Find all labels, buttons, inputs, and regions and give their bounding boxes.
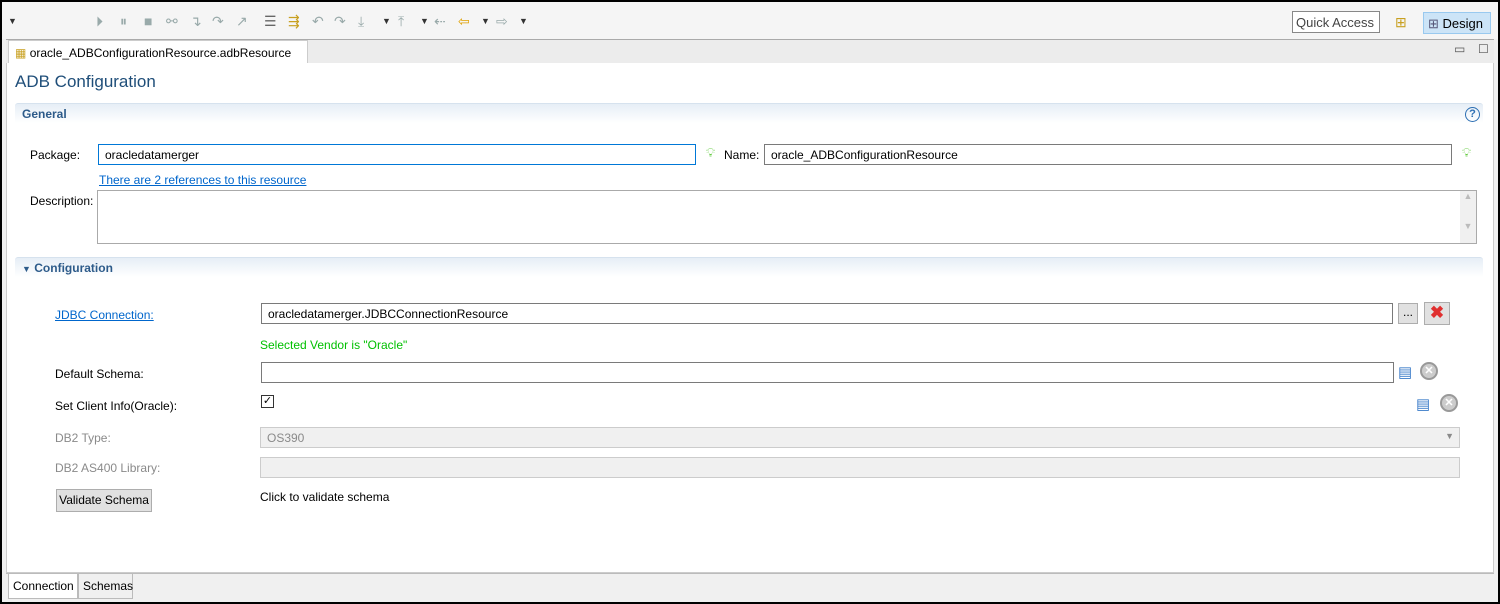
next-annotation-icon[interactable]: ⤓ (358, 14, 364, 28)
prev-annotation-icon[interactable]: ⤒ (398, 14, 404, 28)
package-input[interactable]: oracledatamerger (98, 144, 696, 165)
configuration-section-header[interactable]: ▼ Configuration (15, 257, 1483, 277)
table-icon: ⊞ (1428, 16, 1443, 31)
clear-connection-button[interactable]: ✖ (1424, 302, 1450, 325)
terminate-icon[interactable]: ■ (144, 14, 152, 28)
configuration-header-label: Configuration (34, 261, 113, 275)
dropdown-arrow-icon[interactable]: ▼ (420, 14, 429, 28)
table-icon[interactable]: ▤ (1416, 395, 1430, 413)
dropdown-arrow-icon[interactable]: ▼ (519, 14, 528, 28)
jdbc-connection-input[interactable]: oracledatamerger.JDBCConnectionResource (261, 303, 1393, 324)
redo-icon[interactable]: ↷ (334, 14, 346, 28)
back-icon[interactable]: ⇦ (458, 14, 470, 28)
design-perspective-button[interactable]: ⊞ Design (1423, 12, 1491, 34)
lightbulb-icon: 💡︎ (1462, 145, 1472, 160)
general-header-label: General (22, 107, 67, 121)
suspend-icon[interactable]: ⏸ (120, 14, 127, 28)
use-step-filters-icon[interactable]: ⇶ (288, 14, 300, 28)
db2-type-select[interactable]: OS390 ▼ (260, 427, 1460, 448)
drop-frame-icon[interactable]: ☰ (264, 14, 277, 28)
validate-hint: Click to validate schema (260, 490, 390, 504)
dropdown-arrow-icon[interactable]: ▼ (481, 14, 490, 28)
editor-tab-label: oracle_ADBConfigurationResource.adbResou… (29, 46, 292, 60)
maximize-icon[interactable]: ☐ (1478, 42, 1489, 56)
editor-tab-bar: ▦ oracle_ADBConfigurationResource.adbRes… (6, 39, 1494, 74)
editor-content: ADB Configuration General ? Package: ora… (6, 63, 1494, 573)
package-label: Package: (30, 148, 81, 162)
help-icon[interactable]: ? (1465, 107, 1480, 122)
name-input[interactable]: oracle_ADBConfigurationResource (764, 144, 1452, 165)
page-title: ADB Configuration (15, 72, 156, 91)
browse-button[interactable]: ... (1398, 303, 1418, 324)
main-toolbar: ▼ ⏵ ⏸ ■ ⚯ ↴ ↷ ↗ ☰ ⇶ ↶ ↷ ⤓ ▼ ⤒ ▼ ⇠ ⇦ ▼ ⇨ … (2, 2, 1498, 39)
vendor-status: Selected Vendor is "Oracle" (260, 338, 408, 352)
quick-access-input[interactable]: Quick Access (1292, 11, 1380, 33)
general-section-header[interactable]: General (15, 103, 1483, 123)
default-schema-label: Default Schema: (55, 367, 144, 381)
forward-icon[interactable]: ⇨ (496, 14, 508, 28)
tab-connection[interactable]: Connection (8, 574, 78, 599)
editor-tab[interactable]: ▦ oracle_ADBConfigurationResource.adbRes… (8, 40, 308, 74)
disconnect-icon[interactable]: ⚯ (166, 14, 178, 28)
db2-type-label: DB2 Type: (55, 431, 111, 445)
design-label: Design (1442, 16, 1483, 31)
as400-library-input[interactable] (260, 457, 1460, 478)
minimize-icon[interactable]: ▭ (1454, 42, 1465, 56)
window: ▼ ⏵ ⏸ ■ ⚯ ↴ ↷ ↗ ☰ ⇶ ↶ ↷ ⤓ ▼ ⤒ ▼ ⇠ ⇦ ▼ ⇨ … (2, 2, 1498, 602)
table-icon[interactable]: ▤ (1398, 363, 1412, 381)
chevron-down-icon: ▼ (1445, 431, 1454, 441)
references-link[interactable]: There are 2 references to this resource (99, 173, 306, 187)
step-return-icon[interactable]: ↗ (236, 14, 248, 28)
client-info-checkbox[interactable]: ✓ (261, 395, 274, 408)
as400-library-label: DB2 AS400 Library: (55, 461, 161, 475)
red-x-icon: ✖ (1429, 303, 1445, 322)
jdbc-connection-link[interactable]: JDBC Connection: (55, 308, 154, 322)
client-info-label: Set Client Info(Oracle): (55, 399, 178, 413)
open-perspective-icon[interactable]: ⊞ (1395, 15, 1407, 29)
last-edit-icon[interactable]: ⇠ (434, 14, 446, 28)
resume-icon[interactable]: ⏵ (96, 14, 103, 28)
description-textarea[interactable] (97, 190, 1477, 244)
db2-type-value: OS390 (267, 431, 305, 445)
validate-schema-button[interactable]: Validate Schema (56, 489, 152, 512)
dropdown-arrow-icon[interactable]: ▼ (8, 14, 17, 28)
description-scrollbar[interactable]: ▲ ▼ (1460, 191, 1476, 243)
undo-icon[interactable]: ↶ (312, 14, 324, 28)
clear-icon[interactable]: ✕ (1420, 362, 1438, 380)
dropdown-arrow-icon[interactable]: ▼ (382, 14, 391, 28)
step-into-icon[interactable]: ↴ (190, 14, 202, 28)
bottom-tab-bar: Connection Schemas (6, 573, 1494, 600)
name-label: Name: (724, 148, 760, 162)
clear-icon[interactable]: ✕ (1440, 394, 1458, 412)
tab-schemas[interactable]: Schemas (78, 574, 133, 599)
lightbulb-icon: 💡︎ (706, 145, 716, 160)
step-over-icon[interactable]: ↷ (212, 14, 224, 28)
adb-resource-icon: ▦ (15, 46, 27, 60)
collapse-triangle-icon: ▼ (22, 264, 31, 274)
default-schema-input[interactable] (261, 362, 1394, 383)
description-label: Description: (30, 194, 94, 208)
